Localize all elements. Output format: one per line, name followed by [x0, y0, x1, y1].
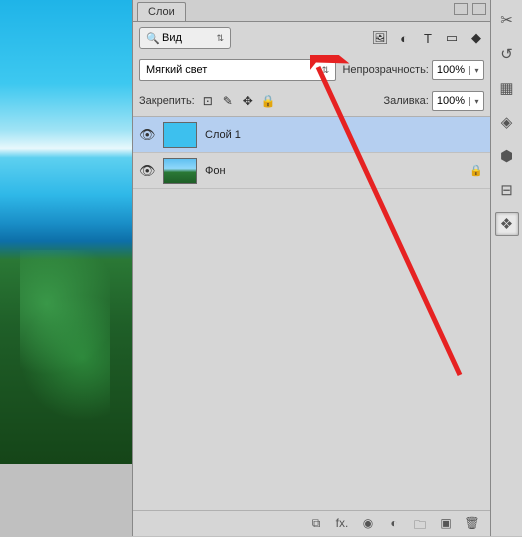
fill-input[interactable]: 100% ▾	[432, 91, 484, 111]
filter-shape-icon[interactable]: ▭	[444, 30, 460, 46]
side-toolbar: ✂ ↺ ▦ ◈ ⬢ ⊟ ❖	[490, 0, 522, 536]
lock-position-icon[interactable]: ✥	[241, 94, 255, 108]
lock-row: Закрепить: ⊡ ✎ ✥ 🔒 Заливка: 100% ▾	[133, 86, 490, 117]
tool-history-icon[interactable]: ↺	[495, 42, 519, 66]
layer-fx-icon[interactable]: fx.	[334, 516, 350, 532]
filter-pixel-icon[interactable]: 🖼	[372, 30, 388, 46]
layer-thumbnail[interactable]	[163, 158, 197, 184]
blend-mode-value: Мягкий свет	[146, 64, 207, 76]
new-adjustment-icon[interactable]: ◐	[386, 516, 402, 532]
lock-all-icon[interactable]: 🔒	[261, 94, 275, 108]
panel-menu-icon[interactable]	[472, 3, 486, 15]
visibility-toggle[interactable]: 👁	[139, 163, 155, 179]
chevron-down-icon: ▾	[469, 97, 483, 106]
opacity-input[interactable]: 100% ▾	[432, 60, 484, 80]
delete-layer-icon[interactable]: 🗑	[464, 516, 480, 532]
fill-value: 100%	[433, 95, 469, 107]
canvas-area	[0, 0, 132, 536]
lock-brush-icon[interactable]: ✎	[221, 94, 235, 108]
lock-transparency-icon[interactable]: ⊡	[201, 94, 215, 108]
layer-thumbnail[interactable]	[163, 122, 197, 148]
lock-label: Закрепить:	[139, 95, 195, 107]
layer-name[interactable]: Слой 1	[205, 129, 484, 141]
canvas-image[interactable]	[0, 0, 132, 464]
new-layer-icon[interactable]: ▣	[438, 516, 454, 532]
filter-label: Вид	[162, 32, 182, 44]
tool-properties-icon[interactable]: ✂	[495, 8, 519, 32]
layer-filter-select[interactable]: 🔍 Вид ⇅	[139, 27, 231, 49]
layers-list: 👁 Слой 1 👁 Фон 🔒	[133, 117, 490, 510]
filter-smart-icon[interactable]: ◆	[468, 30, 484, 46]
chevron-updown-icon: ⇅	[321, 65, 329, 76]
panel-footer: ⧉ fx. ◉ ◐ 🗀 ▣ 🗑	[133, 510, 490, 536]
filter-row: 🔍 Вид ⇅ 🖼 ◐ T ▭ ◆	[133, 22, 490, 54]
layer-row[interactable]: 👁 Фон 🔒	[133, 153, 490, 189]
fill-label: Заливка:	[383, 95, 428, 107]
layer-name[interactable]: Фон	[205, 165, 460, 177]
new-group-icon[interactable]: 🗀	[412, 516, 428, 532]
layers-panel: Слои 🔍 Вид ⇅ 🖼 ◐ T ▭ ◆ Мягкий свет ⇅ Неп…	[132, 0, 490, 536]
add-mask-icon[interactable]: ◉	[360, 516, 376, 532]
tool-3d-icon[interactable]: ◈	[495, 110, 519, 134]
tab-layers[interactable]: Слои	[137, 2, 186, 21]
visibility-toggle[interactable]: 👁	[139, 127, 155, 143]
panel-collapse-icon[interactable]	[454, 3, 468, 15]
blend-mode-select[interactable]: Мягкий свет ⇅	[139, 59, 336, 81]
link-layers-icon[interactable]: ⧉	[308, 516, 324, 532]
filter-type-icon[interactable]: T	[420, 30, 436, 46]
tool-navigator-icon[interactable]: ▦	[495, 76, 519, 100]
lock-icon: 🔒	[468, 164, 484, 177]
layer-row[interactable]: 👁 Слой 1	[133, 117, 490, 153]
filter-adjust-icon[interactable]: ◐	[396, 30, 412, 46]
chevron-down-icon: ▾	[469, 66, 483, 75]
tool-paths-icon[interactable]: ⊟	[495, 178, 519, 202]
panel-tabbar: Слои	[133, 0, 490, 22]
tool-swatches-icon[interactable]: ⬢	[495, 144, 519, 168]
opacity-value: 100%	[433, 64, 469, 76]
chevron-updown-icon: ⇅	[216, 33, 224, 44]
tool-layers-icon[interactable]: ❖	[495, 212, 519, 236]
search-icon: 🔍	[146, 32, 158, 45]
blend-row: Мягкий свет ⇅ Непрозрачность: 100% ▾	[133, 54, 490, 86]
opacity-label: Непрозрачность:	[342, 64, 428, 76]
